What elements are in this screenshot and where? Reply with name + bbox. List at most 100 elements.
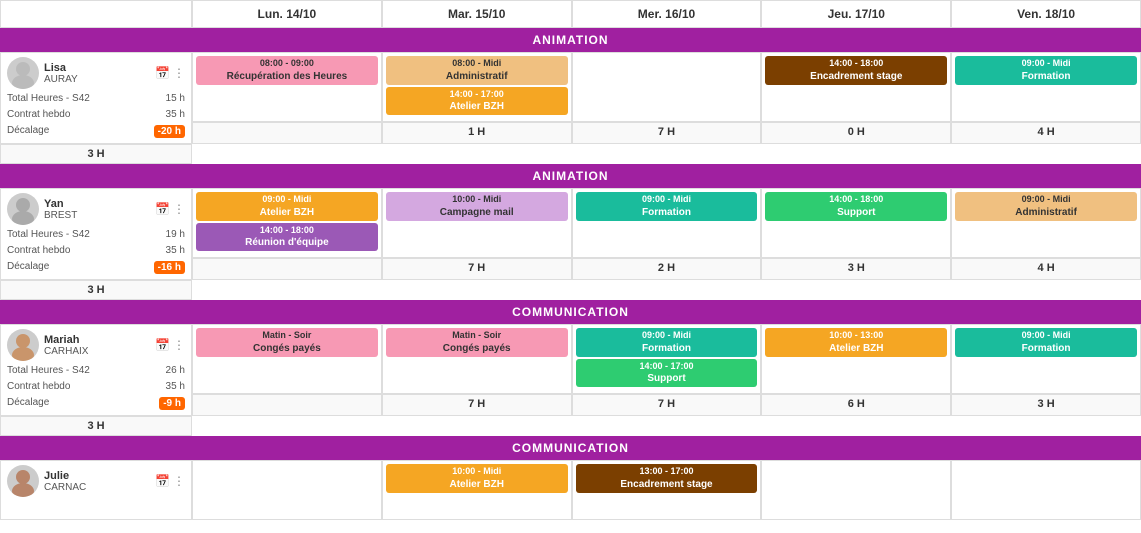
person-info-3: Julie CARNAC — [44, 470, 150, 493]
event-0-4-0: 09:00 - Midi Formation — [955, 56, 1137, 85]
day-cell-0-1: 08:00 - Midi Administratif 14:00 - 17:00… — [382, 52, 572, 122]
day-cell-3-0 — [192, 460, 382, 520]
hours-1-3: 4 H — [951, 258, 1141, 280]
hours-1-0: 7 H — [382, 258, 572, 280]
event-0-1-1: 14:00 - 17:00 Atelier BZH — [386, 87, 568, 116]
person-icons-3: 📅 ⋮ — [155, 474, 185, 488]
event-2-0-0: Matin - Soir Congés payés — [196, 328, 378, 357]
person-icons-2: 📅 ⋮ — [155, 338, 185, 352]
person-name-1: Yan — [44, 198, 150, 210]
stats-contrat-0: Contrat hebdo 35 h — [7, 108, 185, 121]
day-cell-0-2 — [572, 52, 762, 122]
more-icon-1[interactable]: ⋮ — [173, 202, 185, 216]
person-name-3: Julie — [44, 470, 150, 482]
hours-0-3: 4 H — [951, 122, 1141, 144]
person-panel-0: Lisa AURAY 📅 ⋮ Total Heures - S42 15 h C… — [0, 52, 192, 144]
hours-1-4: 3 H — [0, 280, 192, 300]
event-2-4-0: 09:00 - Midi Formation — [955, 328, 1137, 357]
event-2-1-0: Matin - Soir Congés payés — [386, 328, 568, 357]
event-2-3-0: 10:00 - 13:00 Atelier BZH — [765, 328, 947, 357]
header-day-2: Mer. 16/10 — [572, 0, 762, 28]
person-row-1: Yan BREST 📅 ⋮ — [7, 193, 185, 225]
day-cell-0-4: 09:00 - Midi Formation — [951, 52, 1141, 122]
event-2-2-0: 09:00 - Midi Formation — [576, 328, 758, 357]
stats-total-2: Total Heures - S42 26 h — [7, 364, 185, 377]
header-day-4: Ven. 18/10 — [951, 0, 1141, 28]
day-cell-0-3: 14:00 - 18:00 Encadrement stage — [761, 52, 951, 122]
event-1-1-0: 10:00 - Midi Campagne mail — [386, 192, 568, 221]
header-day-0: Lun. 14/10 — [192, 0, 382, 28]
stats-label-contrat-1: Contrat hebdo — [7, 245, 70, 256]
event-3-1-0: 10:00 - Midi Atelier BZH — [386, 464, 568, 493]
schedule-container: Lun. 14/10 Mar. 15/10 Mer. 16/10 Jeu. 17… — [0, 0, 1141, 520]
calendar-icon-0[interactable]: 📅 — [155, 66, 170, 80]
stats-value-contrat-1: 35 h — [166, 245, 185, 256]
section-header-animation2: ANIMATION — [0, 164, 1141, 188]
day-cell-1-2: 09:00 - Midi Formation — [572, 188, 762, 258]
header-day-1: Mar. 15/10 — [382, 0, 572, 28]
hours-2-4: 3 H — [0, 416, 192, 436]
avatar-3 — [7, 465, 39, 497]
stats-contrat-1: Contrat hebdo 35 h — [7, 244, 185, 257]
section-header-comm2: COMMUNICATION — [0, 436, 1141, 460]
hours-1-1: 2 H — [572, 258, 762, 280]
hours-2-3: 3 H — [951, 394, 1141, 416]
avatar-2 — [7, 329, 39, 361]
stats-label-decalage-2: Décalage — [7, 397, 49, 410]
hours-2-0: 7 H — [382, 394, 572, 416]
hours-left-0 — [192, 122, 382, 144]
hours-0-0: 1 H — [382, 122, 572, 144]
stats-badge-1: -16 h — [154, 261, 185, 274]
event-1-0-0: 09:00 - Midi Atelier BZH — [196, 192, 378, 221]
stats-value-total-1: 19 h — [166, 229, 185, 240]
day-cell-2-0: Matin - Soir Congés payés — [192, 324, 382, 394]
section-header-animation1: ANIMATION — [0, 28, 1141, 52]
person-surname-0: AURAY — [44, 74, 150, 85]
stats-value-total-2: 26 h — [166, 365, 185, 376]
stats-value-contrat-2: 35 h — [166, 381, 185, 392]
stats-badge-2: -9 h — [159, 397, 185, 410]
stats-label-contrat-2: Contrat hebdo — [7, 381, 70, 392]
person-name-0: Lisa — [44, 62, 150, 74]
hours-0-4: 3 H — [0, 144, 192, 164]
stats-label-contrat-0: Contrat hebdo — [7, 109, 70, 120]
stats-decalage-1: Décalage -16 h — [7, 260, 185, 275]
avatar-0 — [7, 57, 39, 89]
day-cell-2-1: Matin - Soir Congés payés — [382, 324, 572, 394]
section-header-comm1: COMMUNICATION — [0, 300, 1141, 324]
hours-0-1: 7 H — [572, 122, 762, 144]
more-icon-2[interactable]: ⋮ — [173, 338, 185, 352]
day-cell-1-0: 09:00 - Midi Atelier BZH 14:00 - 18:00 R… — [192, 188, 382, 258]
stats-label-decalage-1: Décalage — [7, 261, 49, 274]
stats-label-decalage-0: Décalage — [7, 125, 49, 138]
header-empty — [0, 0, 192, 28]
calendar-icon-2[interactable]: 📅 — [155, 338, 170, 352]
person-info-2: Mariah CARHAIX — [44, 334, 150, 357]
person-icons-0: 📅 ⋮ — [155, 66, 185, 80]
header-day-3: Jeu. 17/10 — [761, 0, 951, 28]
person-panel-1: Yan BREST 📅 ⋮ Total Heures - S42 19 h Co… — [0, 188, 192, 280]
person-row-2: Mariah CARHAIX 📅 ⋮ — [7, 329, 185, 361]
person-surname-2: CARHAIX — [44, 346, 150, 357]
stats-decalage-0: Décalage -20 h — [7, 124, 185, 139]
event-0-0-0: 08:00 - 09:00 Récupération des Heures — [196, 56, 378, 85]
stats-badge-0: -20 h — [154, 125, 185, 138]
hours-left-2 — [192, 394, 382, 416]
hours-2-2: 6 H — [761, 394, 951, 416]
person-name-2: Mariah — [44, 334, 150, 346]
more-icon-3[interactable]: ⋮ — [173, 474, 185, 488]
stats-total-1: Total Heures - S42 19 h — [7, 228, 185, 241]
day-cell-2-4: 09:00 - Midi Formation — [951, 324, 1141, 394]
stats-contrat-2: Contrat hebdo 35 h — [7, 380, 185, 393]
calendar-icon-3[interactable]: 📅 — [155, 474, 170, 488]
more-icon-0[interactable]: ⋮ — [173, 66, 185, 80]
person-row-0: Lisa AURAY 📅 ⋮ — [7, 57, 185, 89]
person-panel-2: Mariah CARHAIX 📅 ⋮ Total Heures - S42 26… — [0, 324, 192, 416]
event-0-1-0: 08:00 - Midi Administratif — [386, 56, 568, 85]
hours-left-1 — [192, 258, 382, 280]
day-cell-3-4 — [951, 460, 1141, 520]
event-1-3-0: 14:00 - 18:00 Support — [765, 192, 947, 221]
calendar-icon-1[interactable]: 📅 — [155, 202, 170, 216]
stats-value-total-0: 15 h — [166, 93, 185, 104]
stats-total-0: Total Heures - S42 15 h — [7, 92, 185, 105]
